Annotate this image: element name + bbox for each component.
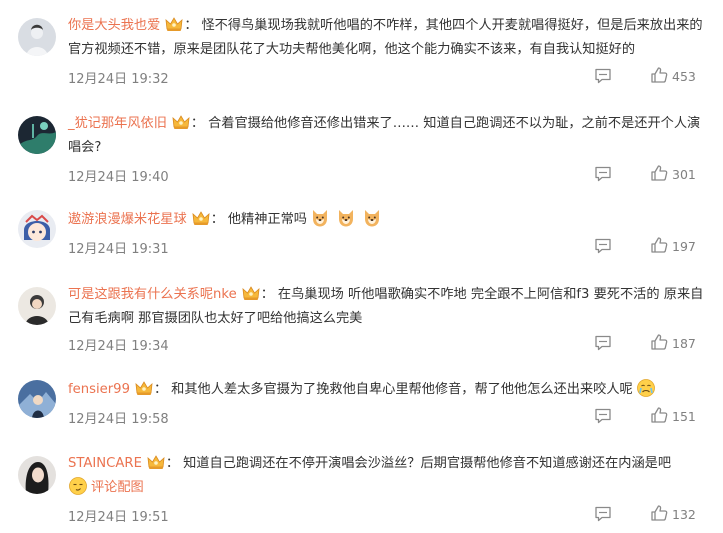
thumbs-up-icon[interactable] bbox=[650, 66, 668, 84]
separator: ： bbox=[153, 382, 168, 397]
cry-emoji bbox=[636, 378, 656, 398]
comment-body: 遨游浪漫爆米花星球 ：他精神正常吗 bbox=[68, 208, 705, 232]
username-link[interactable]: fensier99 bbox=[68, 382, 130, 397]
comment-icon[interactable] bbox=[594, 335, 612, 351]
comment-icon[interactable] bbox=[594, 408, 612, 424]
avatar[interactable] bbox=[18, 287, 56, 325]
comment-body: 可是这跟我有什么关系呢nke：在鸟巢现场 听他唱歌确实不咋地 完全跟不上阿信和f… bbox=[68, 283, 705, 331]
comment-text-block: fensier99 ：和其他人差太多官摄为了挽救他自卑心里帮他修音，帮了他他怎么还… bbox=[68, 378, 705, 402]
comment-body: _犹记那年风依旧：合着官摄给他修音还修出错来了…… 知道自己跑调还不以为耻，之前… bbox=[68, 112, 705, 160]
comment-body: 你是大头我也爱 ：怪不得鸟巢现场我就听他唱的不咋样，其他四个人开麦就唱得挺好，但是… bbox=[68, 14, 705, 62]
avatar[interactable] bbox=[18, 18, 56, 56]
comment-text: 怪不得鸟巢现场我就听他唱的不咋样，其他四个人开麦就唱得挺好，但是后来放出来的官方… bbox=[68, 18, 703, 57]
crown-badge-icon bbox=[165, 16, 183, 32]
avatar[interactable] bbox=[18, 116, 56, 154]
like-count: 151 bbox=[672, 409, 696, 424]
thumbs-up-icon[interactable] bbox=[650, 164, 668, 182]
crown-badge-icon bbox=[147, 454, 165, 470]
timestamp: 12月24日 19:51 bbox=[68, 510, 169, 525]
timestamp: 12月24日 19:58 bbox=[68, 412, 169, 427]
separator: ： bbox=[210, 212, 224, 227]
avatar[interactable] bbox=[18, 210, 56, 248]
comment-text: 他精神正常吗 bbox=[227, 212, 307, 227]
comment-icon[interactable] bbox=[594, 166, 612, 182]
comment-meta: 12月24日 19:32 453 bbox=[68, 68, 705, 88]
timestamp: 12月24日 19:34 bbox=[68, 339, 169, 354]
like-count: 187 bbox=[672, 336, 696, 351]
comment-text-block: 你是大头我也爱 ：怪不得鸟巢现场我就听他唱的不咋样，其他四个人开麦就唱得挺好，但是… bbox=[68, 14, 705, 62]
thumbs-up-icon[interactable] bbox=[650, 504, 668, 522]
like-count: 301 bbox=[672, 167, 696, 182]
separator: ： bbox=[190, 116, 205, 131]
comment-meta: 12月24日 19:58 151 bbox=[68, 408, 705, 428]
dog-face-emoji bbox=[310, 208, 330, 228]
comment-body: STAINCARE ：知道自己跑调还在不停开演唱会沙溢丝？后期官摄帮他修音不知道感… bbox=[68, 452, 705, 500]
comment-meta: 12月24日 19:51 132 bbox=[68, 506, 705, 526]
picture-emoji bbox=[68, 476, 88, 496]
timestamp: 12月24日 19:40 bbox=[68, 170, 169, 185]
dog-face-emoji bbox=[362, 208, 382, 228]
separator: ： bbox=[260, 287, 274, 302]
comment-meta: 12月24日 19:34 187 bbox=[68, 335, 705, 355]
separator: ： bbox=[165, 456, 180, 471]
like-count: 453 bbox=[672, 69, 696, 84]
username-link[interactable]: _犹记那年风依旧 bbox=[68, 116, 167, 131]
thumbs-up-icon[interactable] bbox=[650, 333, 668, 351]
comment-meta: 12月24日 19:40 301 bbox=[68, 166, 705, 186]
timestamp: 12月24日 19:31 bbox=[68, 242, 169, 257]
username-link[interactable]: STAINCARE bbox=[68, 456, 142, 471]
comment-icon[interactable] bbox=[594, 238, 612, 254]
comment-text: 知道自己跑调还在不停开演唱会沙溢丝？后期官摄帮他修音不知道感谢还在内涵是吧 bbox=[183, 456, 672, 471]
comment-text-block: 遨游浪漫爆米花星球 ：他精神正常吗 bbox=[68, 208, 705, 232]
comment-meta: 12月24日 19:31 197 bbox=[68, 238, 705, 258]
username-link[interactable]: 遨游浪漫爆米花星球 bbox=[68, 212, 187, 227]
comment-body: fensier99 ：和其他人差太多官摄为了挽救他自卑心里帮他修音，帮了他他怎么还… bbox=[68, 378, 705, 402]
username-link[interactable]: 可是这跟我有什么关系呢nke bbox=[68, 287, 237, 302]
crown-badge-icon bbox=[172, 114, 190, 130]
comment-icon[interactable] bbox=[594, 68, 612, 84]
thumbs-up-icon[interactable] bbox=[650, 406, 668, 424]
comment-text-block: STAINCARE ：知道自己跑调还在不停开演唱会沙溢丝？后期官摄帮他修音不知道感… bbox=[68, 452, 705, 500]
comment-picture-link[interactable]: 评论配图 bbox=[91, 480, 144, 495]
avatar[interactable] bbox=[18, 380, 56, 418]
avatar[interactable] bbox=[18, 456, 56, 494]
comment-icon[interactable] bbox=[594, 506, 612, 522]
thumbs-up-icon[interactable] bbox=[650, 236, 668, 254]
comment-text-block: _犹记那年风依旧：合着官摄给他修音还修出错来了…… 知道自己跑调还不以为耻，之前… bbox=[68, 112, 705, 160]
dog-face-emoji bbox=[336, 208, 356, 228]
separator: ： bbox=[184, 18, 198, 33]
timestamp: 12月24日 19:32 bbox=[68, 72, 169, 87]
like-count: 197 bbox=[672, 239, 696, 254]
comment-text-block: 可是这跟我有什么关系呢nke：在鸟巢现场 听他唱歌确实不咋地 完全跟不上阿信和f… bbox=[68, 283, 705, 331]
comment-text: 和其他人差太多官摄为了挽救他自卑心里帮他修音，帮了他他怎么还出来咬人呢 bbox=[171, 382, 633, 397]
like-count: 132 bbox=[672, 507, 696, 522]
crown-badge-icon bbox=[192, 210, 210, 226]
username-link[interactable]: 你是大头我也爱 bbox=[68, 18, 160, 33]
crown-badge-icon bbox=[242, 285, 260, 301]
crown-badge-icon bbox=[135, 380, 153, 396]
